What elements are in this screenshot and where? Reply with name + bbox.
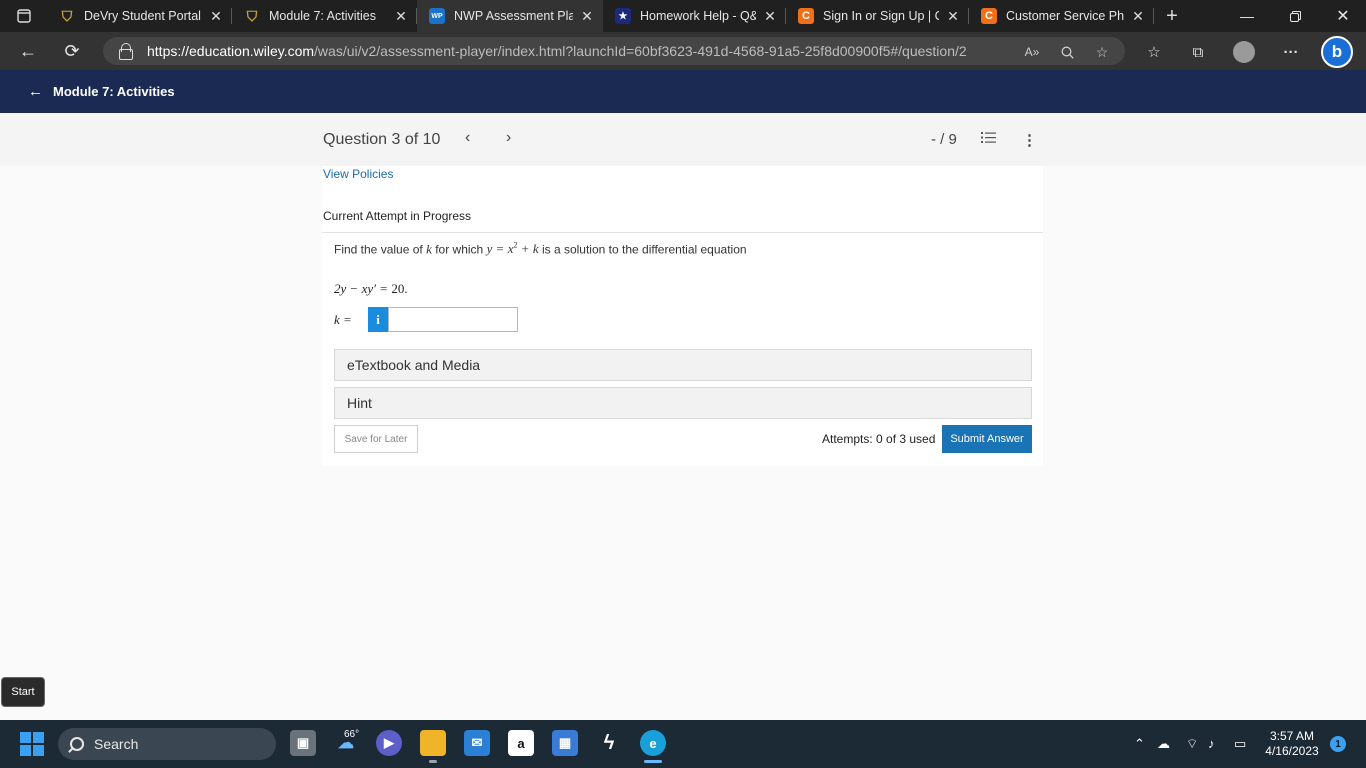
tab-customer-service[interactable]: C Customer Service Phor ✕ bbox=[969, 0, 1154, 32]
save-for-later-button[interactable]: Save for Later bbox=[334, 425, 418, 453]
zoom-icon[interactable] bbox=[1058, 43, 1076, 61]
browser-tab-strip: ⛉ DeVry Student Portal ✕ ⛉ Module 7: Act… bbox=[0, 0, 1366, 32]
close-icon[interactable]: ✕ bbox=[945, 8, 961, 25]
submit-answer-button[interactable]: Submit Answer bbox=[942, 425, 1032, 453]
search-icon bbox=[70, 737, 84, 751]
star-icon: ★ bbox=[615, 8, 631, 24]
divider bbox=[322, 232, 1043, 233]
search-label: Search bbox=[94, 736, 139, 752]
answer-label: k = bbox=[334, 312, 352, 327]
collections-icon[interactable]: ⧉ bbox=[1187, 41, 1209, 63]
info-icon[interactable]: i bbox=[368, 307, 388, 332]
score-display: - / 9 bbox=[931, 131, 957, 148]
lock-icon bbox=[119, 43, 133, 60]
attempts-counter: Attempts: 0 of 3 used bbox=[822, 432, 936, 446]
more-menu-icon[interactable]: ··· bbox=[1280, 41, 1302, 63]
amazon-icon[interactable]: a bbox=[508, 730, 534, 756]
next-question-icon[interactable]: › bbox=[506, 129, 511, 147]
task-view-icon[interactable]: ▣ bbox=[290, 730, 316, 756]
question-more-icon[interactable]: ⋮ bbox=[1022, 131, 1037, 149]
wp-icon: WP bbox=[429, 8, 445, 24]
taskbar: Search ▣ ☁ 66° ▶ ✉ a ▦ ϟ e ⌃ ☁ ⌔ ♪ ▭ 3:5… bbox=[0, 720, 1366, 768]
close-icon[interactable]: ✕ bbox=[762, 8, 778, 25]
attempt-status: Current Attempt in Progress bbox=[323, 209, 472, 223]
windows-start-icon[interactable] bbox=[20, 732, 44, 756]
tab-title: Customer Service Phor bbox=[1006, 9, 1124, 23]
start-tooltip: Start bbox=[1, 677, 45, 707]
teams-chat-icon[interactable]: ▶ bbox=[376, 730, 402, 756]
close-icon[interactable]: ✕ bbox=[579, 8, 595, 25]
favorites-icon[interactable]: ☆ bbox=[1143, 41, 1165, 63]
clock-time: 3:57 AM bbox=[1269, 729, 1315, 743]
mail-icon[interactable]: ✉ bbox=[464, 730, 490, 756]
tab-actions-icon[interactable] bbox=[14, 6, 34, 26]
etextbook-panel[interactable]: eTextbook and Media bbox=[334, 349, 1032, 381]
differential-equation: 2y − xy′ = 20. bbox=[334, 281, 408, 296]
browser-toolbar: ← ⟳ https://education.wiley.com/was/ui/v… bbox=[0, 32, 1366, 70]
onedrive-icon[interactable]: ☁ bbox=[1157, 736, 1170, 752]
math-expression: y = x2 + k bbox=[486, 241, 539, 257]
chegg-icon: C bbox=[798, 8, 814, 24]
module-back-link[interactable]: Module 7: Activities bbox=[53, 84, 175, 99]
close-icon[interactable]: ✕ bbox=[1130, 8, 1146, 25]
edge-icon[interactable]: e bbox=[640, 730, 666, 756]
minimize-icon[interactable]: — bbox=[1224, 0, 1270, 32]
hint-panel[interactable]: Hint bbox=[334, 387, 1032, 419]
tab-title: Module 7: Activities bbox=[269, 9, 376, 23]
battery-icon[interactable]: ▭ bbox=[1234, 736, 1246, 752]
profile-avatar[interactable] bbox=[1233, 41, 1255, 63]
question-toolbar: Question 3 of 10 ‹ › - / 9 ⋮ bbox=[0, 113, 1366, 166]
tab-title: NWP Assessment Play bbox=[454, 9, 573, 23]
url-text: https://education.wiley.com/was/ui/v2/as… bbox=[147, 43, 967, 59]
file-explorer-icon[interactable] bbox=[420, 730, 446, 756]
tab-chegg-signin[interactable]: C Sign In or Sign Up | Ch ✕ bbox=[786, 0, 969, 32]
tab-title: DeVry Student Portal bbox=[84, 9, 201, 23]
tab-homework-help[interactable]: ★ Homework Help - Q& ✕ bbox=[603, 0, 786, 32]
add-favorite-icon[interactable]: ☆ bbox=[1093, 43, 1111, 61]
tab-title: Sign In or Sign Up | Ch bbox=[823, 9, 939, 23]
notification-badge[interactable]: 1 bbox=[1330, 736, 1346, 752]
tab-module-7[interactable]: ⛉ Module 7: Activities ✕ bbox=[232, 0, 417, 32]
shield-icon: ⛉ bbox=[61, 7, 73, 24]
close-icon[interactable]: ✕ bbox=[393, 8, 409, 25]
question-counter: Question 3 of 10 bbox=[323, 131, 441, 148]
tab-nwp-assessment[interactable]: WP NWP Assessment Play ✕ bbox=[417, 0, 603, 32]
back-arrow-icon[interactable]: ← bbox=[16, 40, 40, 62]
taskbar-search[interactable]: Search bbox=[58, 728, 276, 760]
tab-title: Homework Help - Q& bbox=[640, 9, 756, 23]
read-aloud-icon[interactable]: A» bbox=[1023, 43, 1041, 61]
wifi-icon[interactable]: ⌔ bbox=[1186, 736, 1198, 752]
system-clock[interactable]: 3:57 AM 4/16/2023 bbox=[1264, 729, 1320, 759]
tab-devry-portal[interactable]: ⛉ DeVry Student Portal ✕ bbox=[47, 0, 232, 32]
shield-icon: ⛉ bbox=[246, 7, 258, 24]
address-bar[interactable]: https://education.wiley.com/was/ui/v2/as… bbox=[103, 37, 1125, 65]
view-policies-link[interactable]: View Policies bbox=[323, 167, 393, 181]
back-arrow-icon: ← bbox=[28, 83, 43, 100]
refresh-icon[interactable]: ⟳ bbox=[60, 40, 84, 62]
question-list-icon[interactable] bbox=[981, 131, 996, 148]
clock-date: 4/16/2023 bbox=[1265, 744, 1319, 758]
module-header[interactable]: ← Module 7: Activities bbox=[0, 70, 1366, 113]
question-prompt: Find the value of k for which y = x2 + k is … bbox=[334, 241, 747, 257]
dolby-icon[interactable]: ϟ bbox=[596, 730, 622, 756]
new-tab-plus-icon[interactable]: + bbox=[1162, 5, 1182, 27]
previous-question-icon[interactable]: ‹ bbox=[465, 129, 470, 147]
store-icon[interactable]: ▦ bbox=[552, 730, 578, 756]
restore-icon[interactable] bbox=[1272, 0, 1318, 32]
volume-icon[interactable]: ♪ bbox=[1208, 736, 1215, 751]
window-close-icon[interactable]: ✕ bbox=[1320, 0, 1366, 32]
answer-input[interactable] bbox=[388, 307, 518, 332]
close-icon[interactable]: ✕ bbox=[208, 8, 224, 25]
bing-icon[interactable]: b bbox=[1321, 36, 1353, 68]
question-card: View Policies Current Attempt in Progres… bbox=[322, 166, 1043, 466]
show-hidden-icons-icon[interactable]: ⌃ bbox=[1134, 736, 1145, 752]
weather-temp: 66° bbox=[344, 729, 360, 740]
chegg-icon: C bbox=[981, 8, 997, 24]
